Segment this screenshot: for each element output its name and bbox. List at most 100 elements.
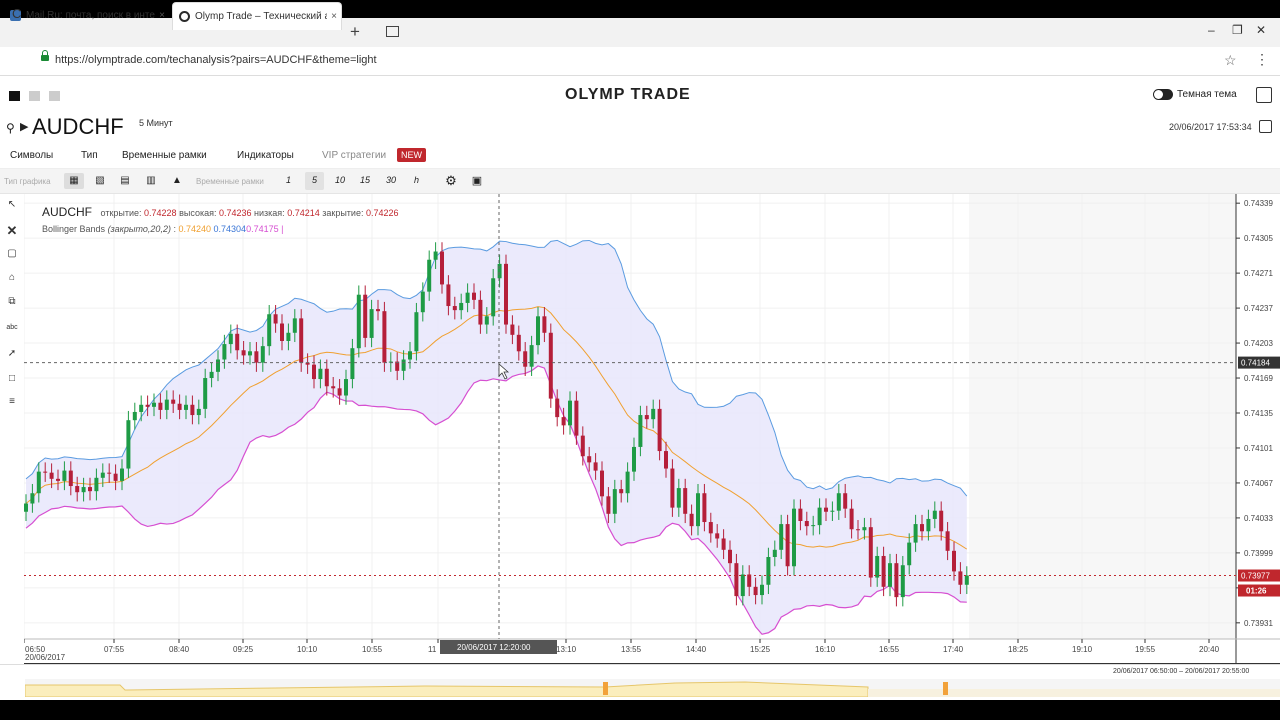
candle [369,309,374,338]
candle [196,408,201,416]
x-tick-label: 10:10 [297,645,318,654]
candle [401,359,406,371]
candle [574,400,579,436]
navigator-left-handle[interactable] [603,682,608,695]
restore-button[interactable]: ❐ [1232,23,1243,37]
zoom-icon[interactable]: ▢ [4,248,20,259]
ohlc-legend: AUDCHF открытие: 0.74228 высокая: 0.7423… [42,205,399,219]
candle [913,524,918,543]
copy-icon[interactable]: ⧉ [4,296,20,307]
settings-gear-icon[interactable]: ⚙ [441,173,461,189]
x-tick-label: 09:25 [233,645,254,654]
tab-close-icon[interactable]: × [155,10,169,21]
candle [606,496,611,514]
candle [88,487,92,492]
menu-indicators[interactable]: Индикаторы [237,150,294,161]
candle [107,472,112,474]
fibonacci-icon[interactable]: ≡ [4,396,20,407]
candle [868,527,873,578]
browser-menu-icon[interactable]: ⋮ [1255,51,1269,68]
minimize-button[interactable]: – [1208,23,1215,37]
crosshair-icon[interactable]: ✕ [4,223,20,239]
x-tick-label: 11 [428,645,437,654]
candle [49,472,54,479]
cursor-icon[interactable]: ↖ [4,199,20,210]
menu-type[interactable]: Тип [81,150,98,161]
y-tick-label: 0.74237 [1244,304,1273,313]
dark-theme-toggle[interactable] [1153,89,1173,100]
candle [779,524,784,550]
candle [702,493,707,523]
chart-area[interactable]: 0.74339 0.74305 0.74271 0.74237 0.74203 0.741… [23,194,1280,664]
camera-icon[interactable]: ▣ [467,173,487,189]
play-arrow-icon[interactable]: ▶ [20,120,28,133]
reload-icon[interactable]: C [12,6,21,21]
timeframe-label: 5 Минут [139,118,173,128]
olymp-trade-logo: OLYMP TRADE [565,86,691,103]
candle [126,420,131,469]
browser-tab-mailru[interactable]: Mail.Ru: почта, поиск в интерне × [4,2,169,29]
navigator-track[interactable] [24,679,1280,698]
y-tick-label: 0.74101 [1244,444,1273,453]
menu-vip-strategies[interactable]: VIP стратегии [322,150,386,161]
ohlc-icon[interactable]: ▥ [141,173,161,189]
x-tick-label: 07:55 [104,645,125,654]
candle [382,311,387,363]
dark-theme-label[interactable]: Темная тема [1177,89,1237,100]
menu-symbols[interactable]: Символы [10,150,53,161]
candle [715,533,720,539]
tab-close-icon[interactable]: × [327,11,341,22]
indicator-value-middle: 0.74240 [178,224,212,234]
navigator-right-handle[interactable] [943,682,948,695]
timeframe-1[interactable]: 1 [286,175,291,185]
candle [900,565,905,598]
candle [30,493,35,504]
indicator-legend[interactable]: Bollinger Bands (закрыто,20,2) : 0.74240… [42,224,283,234]
candle [267,314,272,347]
candlestick-icon[interactable]: ▦ [64,173,84,189]
browser-tab-olymptrade[interactable]: Olymp Trade – Технический ана × [172,2,342,30]
bar-chart-icon[interactable]: ▤ [115,173,135,189]
timeframe-15[interactable]: 15 [360,175,370,185]
area-chart-icon[interactable]: ▲ [167,173,187,189]
magnet-icon[interactable]: ⌂ [4,272,20,283]
search-icon[interactable]: ⚲ [6,121,15,135]
text-tool-icon[interactable]: abc [4,324,20,331]
timeframe-h[interactable]: h [414,175,419,185]
candle [766,557,771,585]
navigator-minichart [24,681,1280,698]
symbol-title[interactable]: AUDCHF [32,114,124,140]
bookmark-star-icon[interactable]: ☆ [1224,52,1237,69]
x-tick-label: 10:55 [362,645,383,654]
trend-line-icon[interactable]: ➚ [4,348,20,359]
timeframe-5[interactable]: 5 [312,175,317,185]
menu-timeframes[interactable]: Временные рамки [122,150,207,161]
clock-icon[interactable] [1259,120,1272,133]
candle [228,333,233,345]
candle [760,584,764,596]
candle [561,417,566,426]
candle [68,470,73,487]
layout-single-icon[interactable] [9,91,20,101]
candle [260,346,265,363]
rectangle-icon[interactable]: □ [4,373,20,384]
layout-quad-icon[interactable] [49,91,60,101]
url-field[interactable]: https://olymptrade.com/techanalysis?pair… [55,54,377,66]
tab-search-icon[interactable] [386,26,399,37]
candle [446,284,451,307]
new-tab-button[interactable]: + [350,22,360,42]
calendar-icon[interactable] [1256,87,1272,103]
legend-close: 0.74226 [365,208,399,218]
candle [344,379,348,396]
timeframe-30[interactable]: 30 [386,175,396,185]
timeframe-10[interactable]: 10 [335,175,345,185]
candlestick-chart[interactable]: 0.74339 0.74305 0.74271 0.74237 0.74203 0.741… [23,194,1280,664]
layout-double-icon[interactable] [29,91,40,101]
candle [235,333,240,351]
close-window-button[interactable]: ✕ [1256,23,1266,37]
x-tick-label: 20:40 [1199,645,1220,654]
candle [932,510,937,519]
hollow-candle-icon[interactable]: ▧ [90,173,110,189]
crosshair-time-label: 20/06/2017 12:20:00 [457,643,531,652]
tab-title: Olymp Trade – Технический ана [195,11,327,22]
